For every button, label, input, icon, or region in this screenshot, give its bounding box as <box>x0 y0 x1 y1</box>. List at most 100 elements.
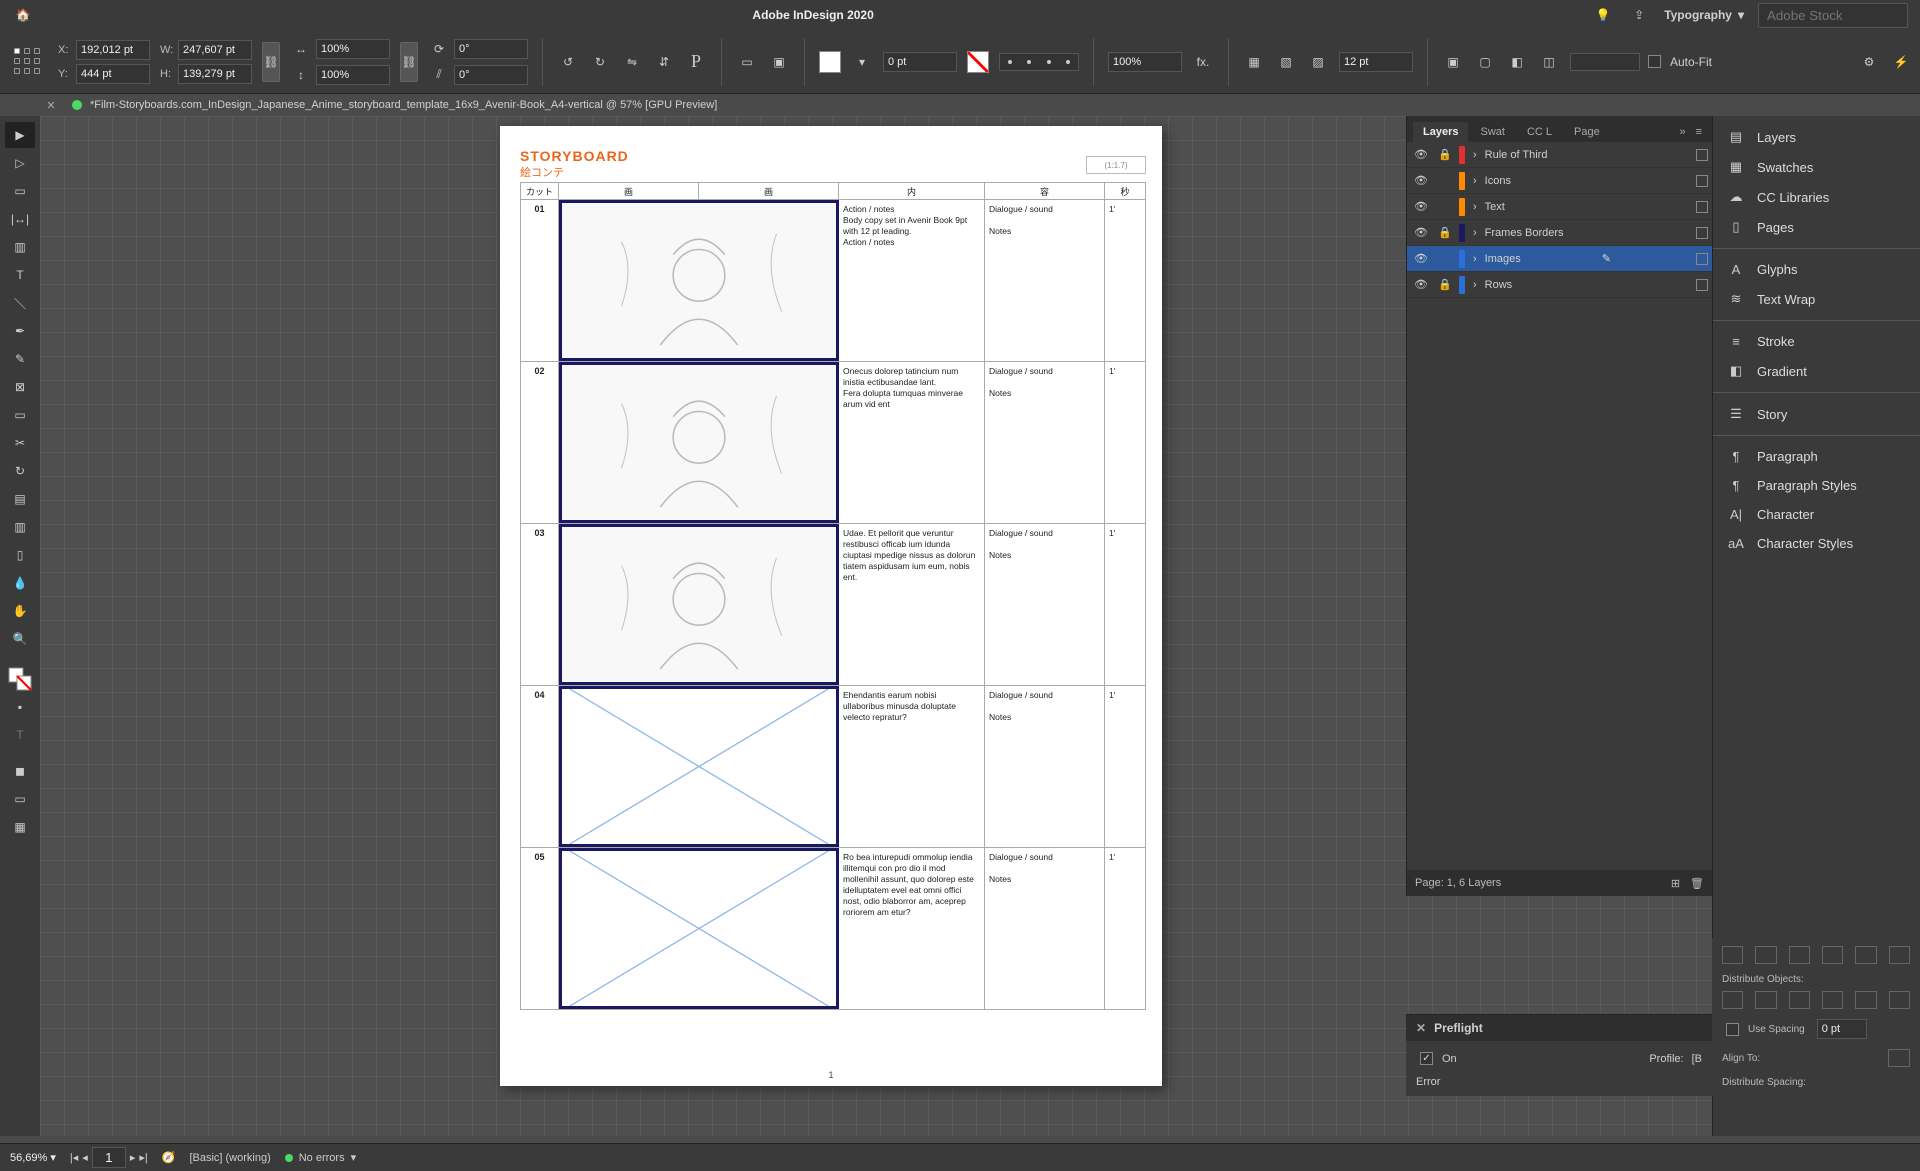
screen-mode-icon[interactable]: ▭ <box>5 786 35 812</box>
selection-tool[interactable]: ▶ <box>5 122 35 148</box>
corner-input[interactable] <box>1339 52 1413 72</box>
more-tabs-icon[interactable]: » <box>1675 122 1689 142</box>
stroke-type-dropdown[interactable] <box>999 53 1079 71</box>
stock-search-input[interactable] <box>1758 3 1908 28</box>
dialogue-cell[interactable]: Dialogue / sound Notes <box>985 524 1105 685</box>
align-left-icon[interactable] <box>1722 946 1743 964</box>
pen-tool[interactable]: ✒ <box>5 318 35 344</box>
dock-item-pages[interactable]: ▯Pages <box>1713 212 1920 242</box>
scale-y-input[interactable] <box>316 65 390 85</box>
direct-selection-tool[interactable]: ▷ <box>5 150 35 176</box>
image-frame[interactable] <box>559 200 839 361</box>
fx-icon[interactable]: fx. <box>1192 51 1214 73</box>
autofit-checkbox[interactable]: Auto-Fit <box>1644 52 1712 71</box>
visibility-icon[interactable]: 👁 <box>1411 278 1431 291</box>
preflight-on-checkbox[interactable]: On <box>1416 1049 1457 1068</box>
action-cell[interactable]: Udae. Et pellorit que veruntur restibusc… <box>839 524 985 685</box>
dock-item-layers[interactable]: ▤Layers <box>1713 122 1920 152</box>
reference-point[interactable] <box>14 48 42 76</box>
dist-bottom-icon[interactable] <box>1889 991 1910 1009</box>
last-page-icon[interactable]: ▸| <box>139 1151 147 1164</box>
format-text-icon[interactable]: T <box>5 722 35 748</box>
dialogue-cell[interactable]: Dialogue / sound Notes <box>985 848 1105 1009</box>
rectangle-frame-tool[interactable]: ⊠ <box>5 374 35 400</box>
paragraph-mark-icon[interactable]: P <box>685 51 707 73</box>
seconds-cell[interactable]: 1' <box>1105 848 1145 1009</box>
select-content-icon[interactable]: ▣ <box>768 51 790 73</box>
fill-frame-icon[interactable]: ◧ <box>1506 51 1528 73</box>
align-right-icon[interactable] <box>1789 946 1810 964</box>
dist-vcenter-icon[interactable] <box>1855 991 1876 1009</box>
constrain-scale-icon[interactable]: ⛓ <box>400 42 418 82</box>
lightning-icon[interactable]: ⚡ <box>1890 51 1912 73</box>
dock-item-wrap[interactable]: ≋Text Wrap <box>1713 284 1920 314</box>
rotate-cw-icon[interactable]: ↻ <box>589 51 611 73</box>
h-input[interactable] <box>178 64 252 84</box>
dock-item-pstyles[interactable]: ¶Paragraph Styles <box>1713 471 1920 500</box>
seconds-cell[interactable]: 1' <box>1105 362 1145 523</box>
image-frame[interactable] <box>559 848 839 1009</box>
expand-icon[interactable]: › <box>1469 149 1481 161</box>
layer-item[interactable]: 👁🔒›Rows <box>1407 272 1712 298</box>
delete-layer-icon[interactable]: 🗑 <box>1690 877 1704 890</box>
visibility-icon[interactable]: 👁 <box>1411 252 1431 265</box>
shear-input[interactable] <box>454 65 528 85</box>
seconds-cell[interactable]: 1' <box>1105 200 1145 361</box>
help-icon[interactable]: 💡 <box>1592 4 1614 26</box>
scale-x-input[interactable] <box>316 39 390 59</box>
w-input[interactable] <box>178 40 252 60</box>
rotate-ccw-icon[interactable]: ↺ <box>557 51 579 73</box>
lock-icon[interactable]: 🔒 <box>1435 278 1455 291</box>
hand-tool[interactable]: ✋ <box>5 598 35 624</box>
default-fill-stroke[interactable]: ◼ <box>5 758 35 784</box>
visibility-icon[interactable]: 👁 <box>1411 200 1431 213</box>
seconds-cell[interactable]: 1' <box>1105 686 1145 847</box>
preflight-profile-dropdown[interactable]: [B <box>1692 1053 1702 1065</box>
wrap-bbox-icon[interactable]: ▧ <box>1275 51 1297 73</box>
image-frame[interactable] <box>559 362 839 523</box>
chevron-down-icon[interactable]: ▾ <box>851 51 873 73</box>
layer-target-icon[interactable] <box>1696 227 1708 239</box>
dock-item-story[interactable]: ☰Story <box>1713 399 1920 429</box>
layer-target-icon[interactable] <box>1696 149 1708 161</box>
preflight-status[interactable]: No errors ▾ <box>285 1151 356 1164</box>
lock-icon[interactable]: 🔒 <box>1435 148 1455 161</box>
dock-item-cstyles[interactable]: aACharacter Styles <box>1713 529 1920 558</box>
align-top-icon[interactable] <box>1822 946 1843 964</box>
dist-hcenter-icon[interactable] <box>1755 991 1776 1009</box>
wrap-none-icon[interactable]: ▦ <box>1243 51 1265 73</box>
new-layer-icon[interactable]: ⊞ <box>1671 877 1680 890</box>
home-icon[interactable]: 🏠 <box>12 4 34 26</box>
note-tool[interactable]: ▯ <box>5 542 35 568</box>
zoom-display[interactable]: 56,69% ▾ <box>10 1151 56 1164</box>
action-cell[interactable]: Action / notes Body copy set in Avenir B… <box>839 200 985 361</box>
prev-page-icon[interactable]: ◂ <box>82 1151 88 1164</box>
expand-icon[interactable]: › <box>1469 201 1481 213</box>
open-nav-icon[interactable]: 🧭 <box>162 1151 176 1164</box>
layer-target-icon[interactable] <box>1696 175 1708 187</box>
apply-color-icon[interactable]: ▪ <box>5 694 35 720</box>
stroke-weight-input[interactable] <box>883 52 957 72</box>
document-tab[interactable]: *Film-Storyboards.com_InDesign_Japanese_… <box>90 99 717 111</box>
first-page-icon[interactable]: |◂ <box>70 1151 78 1164</box>
image-frame[interactable] <box>559 686 839 847</box>
align-hcenter-icon[interactable] <box>1755 946 1776 964</box>
gear-icon[interactable]: ⚙ <box>1858 51 1880 73</box>
dialogue-cell[interactable]: Dialogue / sound Notes <box>985 200 1105 361</box>
dock-item-para[interactable]: ¶Paragraph <box>1713 442 1920 471</box>
gradient-swatch-tool[interactable]: ▤ <box>5 486 35 512</box>
image-frame[interactable] <box>559 524 839 685</box>
line-tool[interactable]: ＼ <box>5 290 35 316</box>
layer-item[interactable]: 👁›Text <box>1407 194 1712 220</box>
scissors-tool[interactable]: ✂ <box>5 430 35 456</box>
select-container-icon[interactable]: ▭ <box>736 51 758 73</box>
eyedropper-tool[interactable]: 💧 <box>5 570 35 596</box>
dist-top-icon[interactable] <box>1822 991 1843 1009</box>
dock-item-char[interactable]: A|Character <box>1713 500 1920 529</box>
layer-item[interactable]: 👁›Images✎ <box>1407 246 1712 272</box>
dock-item-glyphs[interactable]: AGlyphs <box>1713 255 1920 284</box>
layer-target-icon[interactable] <box>1696 279 1708 291</box>
rotate-input[interactable] <box>454 39 528 59</box>
visibility-icon[interactable]: 👁 <box>1411 226 1431 239</box>
fit-frame-icon[interactable]: ▢ <box>1474 51 1496 73</box>
